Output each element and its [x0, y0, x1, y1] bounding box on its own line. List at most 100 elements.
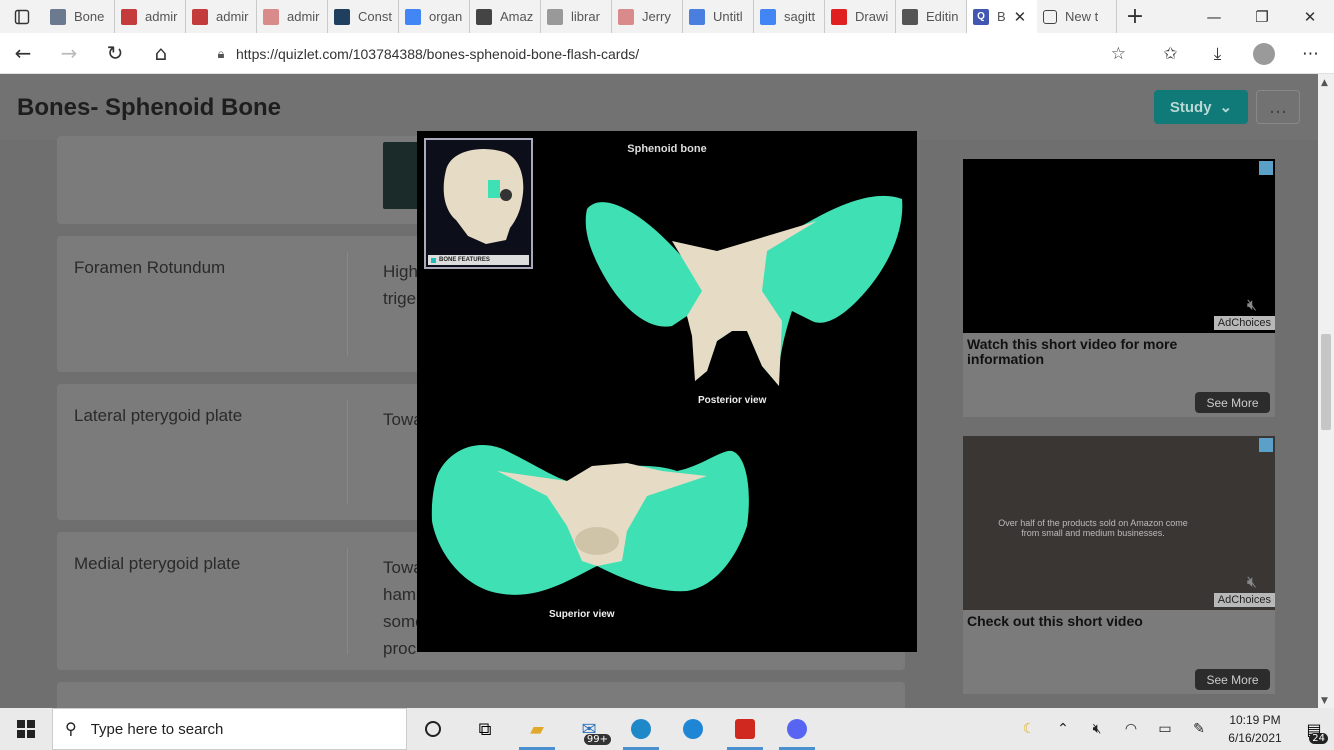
tab-title: admir [216, 9, 249, 24]
study-label: Study [1169, 98, 1212, 116]
scrollbar-thumb[interactable] [1321, 334, 1331, 430]
mail-button[interactable]: ✉ 99+ [563, 708, 615, 750]
tab-4[interactable]: Const [328, 0, 399, 33]
amazon-icon [476, 8, 492, 25]
ad-info-icon[interactable] [1259, 161, 1273, 175]
pdf-icon [192, 8, 208, 25]
site-icon [902, 8, 918, 25]
url-text[interactable]: https://quizlet.com/103784388/bones-sphe… [236, 46, 639, 62]
tab-actions-button[interactable] [0, 0, 44, 33]
back-button[interactable]: ← [0, 33, 46, 74]
card-divider [347, 252, 348, 356]
taskbar-search[interactable]: ⚲ Type here to search [52, 708, 407, 750]
tab-5[interactable]: organ [399, 0, 470, 33]
tab-title: Untitl [713, 9, 743, 24]
tab-title: Const [358, 9, 392, 24]
ad-caption[interactable]: Check out this short video [967, 614, 1207, 629]
tab-12[interactable]: Editin [896, 0, 967, 33]
posterior-view-label: Posterior view [698, 395, 767, 406]
tab-9[interactable]: Untitl [683, 0, 754, 33]
image-modal[interactable]: Sphenoid bone Posterior view Superior vi… [417, 131, 917, 652]
image-tab-icon [50, 8, 66, 25]
refresh-button[interactable]: ↻ [92, 33, 138, 74]
show-hidden-icons[interactable]: ⌃ [1046, 721, 1080, 737]
app-button[interactable] [667, 708, 719, 750]
lock-icon[interactable]: 🔒︎ [206, 46, 236, 62]
scroll-up-icon[interactable]: ▲ [1321, 78, 1328, 88]
tab-3[interactable]: admir [257, 0, 328, 33]
inset-label: BONE FEATURES [428, 255, 529, 265]
tab-new[interactable]: New t [1037, 0, 1117, 33]
tab-7[interactable]: librar [541, 0, 612, 33]
card-term: Foramen Rotundum [74, 258, 226, 277]
mute-icon[interactable]: 🔇︎ [1247, 572, 1257, 592]
start-button[interactable] [0, 708, 52, 750]
pdf-icon [121, 8, 137, 25]
edge-button[interactable] [615, 708, 667, 750]
more-options-button[interactable]: … [1256, 90, 1300, 124]
favorites-icon[interactable]: ✩ [1147, 44, 1194, 64]
clock-time: 10:19 PM [1229, 713, 1281, 727]
tab-actions-icon [14, 9, 30, 24]
battery-icon[interactable]: ▭ [1148, 721, 1182, 737]
tab-0[interactable]: Bone [44, 0, 115, 33]
clock[interactable]: 10:19 PM 6/16/2021 [1216, 711, 1294, 747]
taskbar: ⚲ Type here to search ⧉ ▰ ✉ 99+ ☾ ⌃ 🔇︎ ◠ … [0, 708, 1334, 750]
card-image[interactable] [383, 142, 419, 209]
discord-button[interactable] [771, 708, 823, 750]
mute-icon[interactable]: 🔇︎ [1247, 295, 1257, 315]
page-title: Bones- Sphenoid Bone [17, 94, 281, 121]
tab-8[interactable]: Jerry [612, 0, 683, 33]
notification-count: 24 [1309, 733, 1328, 744]
downloads-icon[interactable]: ⤓ [1194, 44, 1241, 64]
tab-10[interactable]: sagitt [754, 0, 825, 33]
tab-1[interactable]: admir [115, 0, 186, 33]
card-term: Lateral pterygoid plate [74, 406, 243, 425]
settings-more-icon[interactable]: ⋯ [1287, 44, 1334, 64]
tab-2[interactable]: admir [186, 0, 257, 33]
see-more-button[interactable]: See More [1195, 392, 1270, 413]
tab-title: admir [145, 9, 178, 24]
mail-badge: 99+ [583, 734, 611, 745]
ad-caption[interactable]: Watch this short video for more informat… [967, 337, 1207, 367]
task-view-icon: ⧉ [478, 718, 492, 740]
home-button[interactable]: ⌂ [138, 33, 184, 74]
action-center-button[interactable]: ▤ 24 [1294, 708, 1334, 750]
tab-11[interactable]: Drawi [825, 0, 896, 33]
search-placeholder[interactable]: Type here to search [91, 721, 224, 738]
inset-label-text: BONE FEATURES [439, 257, 490, 263]
pen-icon[interactable]: ✎ [1182, 721, 1216, 737]
close-window-button[interactable]: ✕ [1286, 0, 1334, 33]
tab-active[interactable]: Q B ✕ [967, 0, 1037, 33]
minimize-button[interactable]: — [1190, 0, 1238, 33]
study-button[interactable]: Study ⌄ [1154, 90, 1248, 124]
ad-video[interactable] [963, 159, 1275, 333]
night-light-icon[interactable]: ☾ [1012, 721, 1046, 737]
discord-icon [787, 719, 807, 739]
tab-6[interactable]: Amaz [470, 0, 541, 33]
ad-info-icon[interactable] [1259, 438, 1273, 452]
profile-avatar[interactable] [1253, 42, 1275, 65]
url-field[interactable]: 🔒︎ https://quizlet.com/103784388/bones-s… [196, 39, 1136, 68]
adchoices-label[interactable]: AdChoices [1213, 593, 1275, 607]
tab-title: New t [1065, 9, 1099, 24]
acrobat-icon [735, 719, 755, 739]
adchoices-label[interactable]: AdChoices [1213, 316, 1275, 330]
folder-icon: ▰ [530, 718, 544, 740]
cortana-button[interactable] [407, 708, 459, 750]
new-tab-button[interactable]: + [1117, 4, 1153, 29]
scroll-down-icon[interactable]: ▼ [1321, 696, 1328, 706]
file-explorer-button[interactable]: ▰ [511, 708, 563, 750]
card-divider [347, 400, 348, 504]
wifi-icon[interactable]: ◠ [1114, 721, 1148, 737]
task-view-button[interactable]: ⧉ [459, 708, 511, 750]
page-scrollbar[interactable]: ▲ ▼ [1318, 74, 1334, 708]
restore-button[interactable]: ❐ [1238, 0, 1286, 33]
add-favorite-icon[interactable]: ☆ [1111, 44, 1126, 64]
close-icon[interactable]: ✕ [1014, 8, 1027, 26]
acrobat-button[interactable] [719, 708, 771, 750]
card-term: Medial pterygoid plate [74, 554, 241, 573]
forward-button[interactable]: → [46, 33, 92, 74]
see-more-button[interactable]: See More [1195, 669, 1270, 690]
volume-muted-icon[interactable]: 🔇︎ [1080, 721, 1114, 737]
